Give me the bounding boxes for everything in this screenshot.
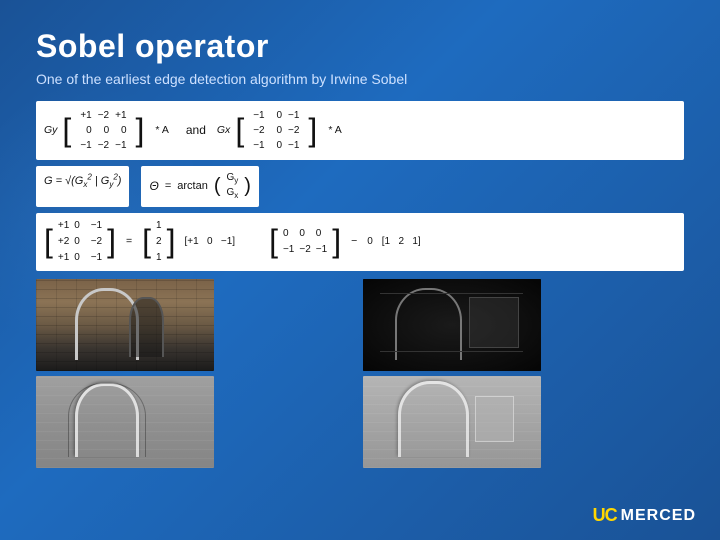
decomp-matrix1: +10−1 +20−2 +10−1	[58, 218, 102, 266]
slide-subtitle: One of the earliest edge detection algor…	[36, 71, 684, 87]
gy-matrix: +1−2+1 000 −1−2−1	[76, 106, 130, 155]
formula-row1-content: Gy [ +1−2+1 000 −1−2−1 ] * A and Gx [ −1…	[44, 106, 676, 155]
arctan-bracket-open: (	[214, 176, 221, 196]
slide-title: Sobel operator	[36, 28, 684, 65]
merced-text: MERCED	[621, 507, 696, 525]
image-gray-emboss2	[363, 376, 541, 468]
gy-label: Gy	[44, 122, 57, 139]
left-bracket1: [	[62, 116, 71, 145]
arctan-text: arctan	[177, 178, 208, 196]
arctan-fraction: GyGx	[227, 171, 239, 202]
theta-symbol: Θ	[149, 177, 158, 196]
image-dark-photo	[363, 279, 541, 371]
gradient-formula: G = √(Gx2 | Gy2)	[44, 175, 121, 187]
and-text: and	[186, 121, 206, 140]
uc-text: UC	[593, 505, 617, 526]
decomp-matrix-inline: [+1 0 −1]	[184, 234, 235, 250]
right-bracket2: ]	[308, 116, 317, 145]
decomp-col1: 1 2 1	[156, 218, 162, 266]
slide-content: Sobel operator One of the earliest edge …	[0, 0, 720, 488]
equals-sign2: =	[126, 233, 132, 250]
minus-sign: −	[351, 233, 357, 250]
decomp-row-inline: [1 2 1]	[382, 234, 421, 250]
gx-matrix: −10−1 −20−2 −10−1	[249, 106, 303, 155]
images-grid	[36, 279, 684, 468]
image-gray-emboss1	[36, 376, 214, 468]
formula-row3: [ +10−1 +20−2 +10−1 ] = [ 1 2 1 ] [+1 0 …	[36, 213, 684, 271]
uc-merced-logo: UC MERCED	[593, 505, 696, 526]
theta-formula-box: Θ = arctan ( GyGx )	[141, 166, 258, 207]
gradient-formula-box: G = √(Gx2 | Gy2)	[36, 166, 129, 207]
formula-row1: Gy [ +1−2+1 000 −1−2−1 ] * A and Gx [ −1…	[36, 101, 684, 160]
star-a-1: * A	[155, 122, 168, 139]
equals-sign: =	[165, 178, 171, 196]
gx-label: Gx	[217, 122, 230, 139]
image-color-photo	[36, 279, 214, 371]
left-bracket2: [	[235, 116, 244, 145]
arctan-bracket-close: )	[244, 176, 251, 196]
formula-row3-content: [ +10−1 +20−2 +10−1 ] = [ 1 2 1 ] [+1 0 …	[44, 218, 676, 266]
right-bracket1: ]	[136, 116, 145, 145]
zero-val: 0	[367, 234, 373, 250]
star-a-2: * A	[328, 122, 341, 139]
decomp-matrix2: 000 −1−2−1	[283, 226, 327, 258]
